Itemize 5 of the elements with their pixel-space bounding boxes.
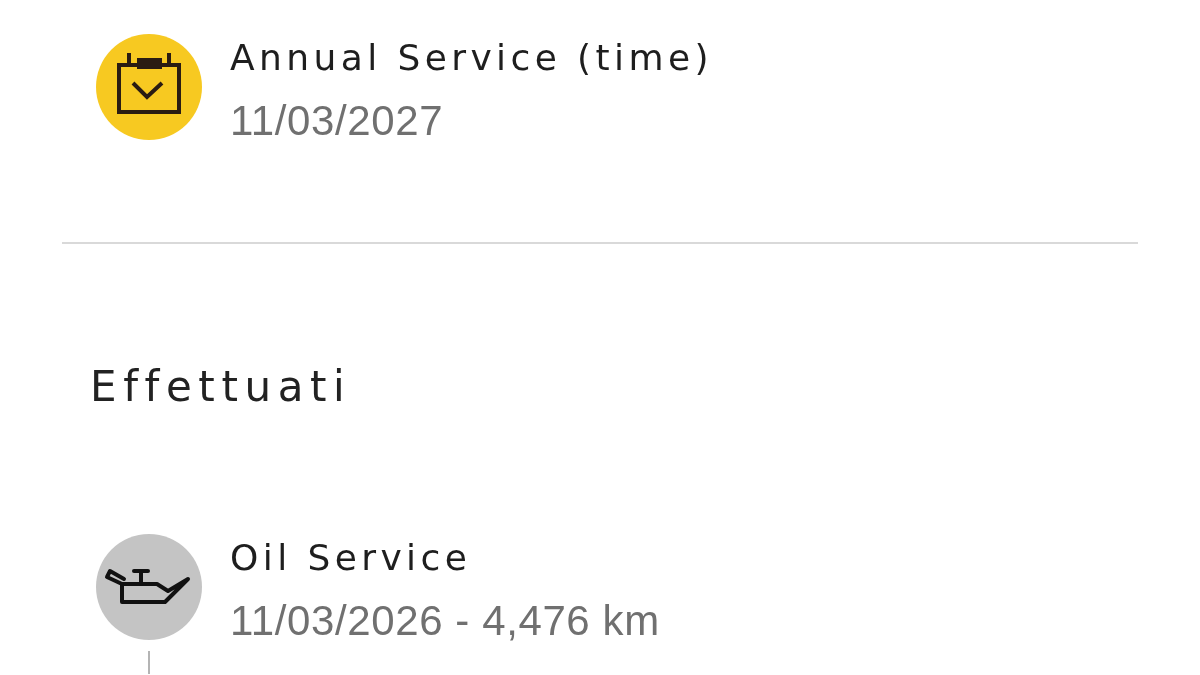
section-heading: Effettuati (90, 362, 352, 411)
service-title: Oil Service (230, 536, 472, 580)
service-date: 11/03/2027 (230, 96, 444, 146)
service-date: 11/03/2026 - 4,476 km (230, 596, 660, 646)
service-title: Annual Service (time) (230, 36, 713, 80)
